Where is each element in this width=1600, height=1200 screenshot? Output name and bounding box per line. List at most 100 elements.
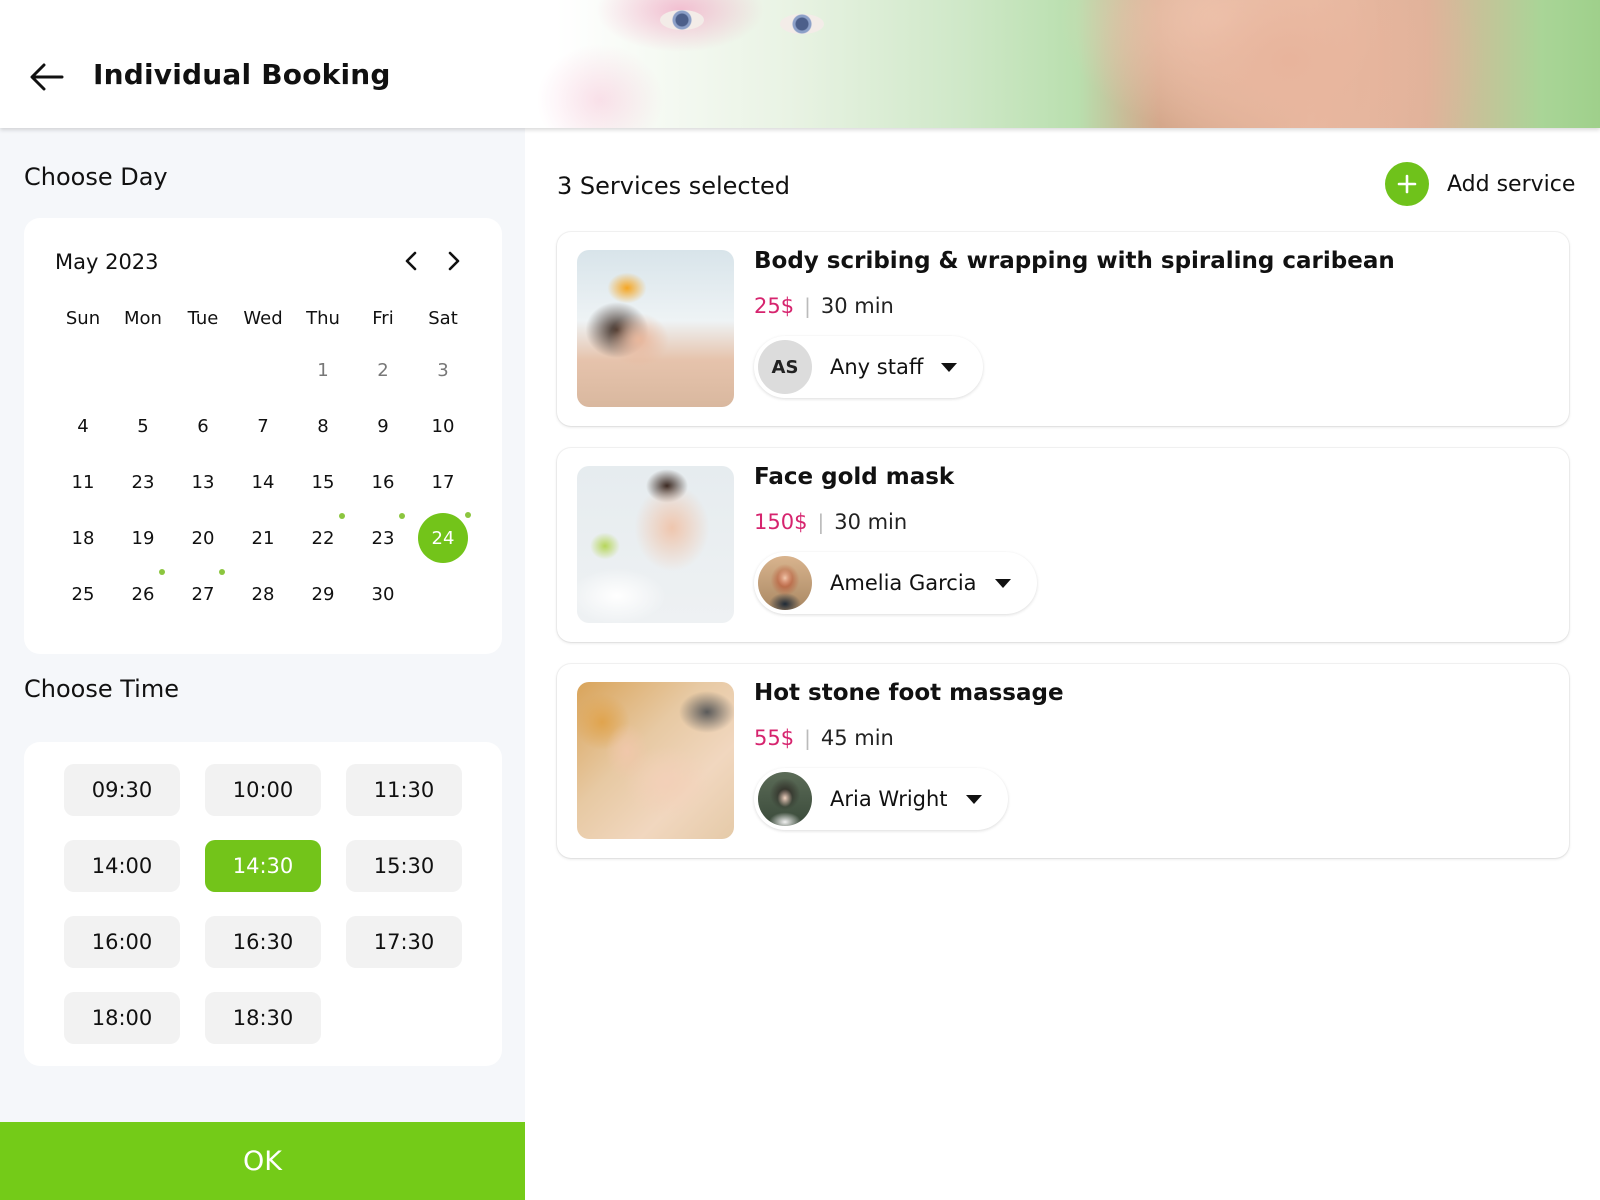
calendar-day[interactable]: 2 [353,342,413,398]
calendar-day-selected[interactable]: 24 [413,510,473,566]
service-meta: 150$ | 30 min [754,510,907,534]
calendar-next-button[interactable] [439,246,469,276]
calendar: May 2023 Sun Mon Tue Wed Thu Fri Sat 123456789… [24,218,502,654]
staff-name: Amelia Garcia [830,571,977,595]
calendar-day-number: 15 [311,471,335,493]
caret-down-icon [941,362,958,372]
weekday-label: Sat [428,308,458,329]
calendar-day[interactable]: 22 [293,510,353,566]
calendar-day[interactable]: 1 [293,342,353,398]
calendar-day-number: 4 [77,415,89,437]
calendar-day[interactable]: 26 [113,566,173,622]
calendar-day[interactable]: 13 [173,454,233,510]
calendar-day-number: 21 [251,527,275,549]
service-price: 55$ [754,726,795,750]
time-slot[interactable]: 09:30 [64,764,180,816]
time-slot[interactable]: 11:30 [346,764,462,816]
time-slot[interactable]: 16:00 [64,916,180,968]
add-service-label: Add service [1447,171,1576,197]
calendar-day-number: 9 [377,415,389,437]
time-slot-selected[interactable]: 14:30 [205,840,321,892]
add-service-button[interactable]: Add service [1385,162,1575,206]
calendar-day[interactable]: 7 [233,398,293,454]
ok-button[interactable]: OK [0,1122,525,1200]
calendar-day-number: 23 [371,527,395,549]
services-panel: 3 Services selected Add service Body scr… [525,128,1600,1200]
calendar-day[interactable]: 25 [53,566,113,622]
time-slot[interactable]: 17:30 [346,916,462,968]
date-time-panel: Choose Day May 2023 Sun Mon Tue Wed Thu Fri Sa… [0,128,525,1200]
calendar-day[interactable]: 6 [173,398,233,454]
service-card: Body scribing & wrapping with spiraling … [557,232,1569,426]
calendar-day[interactable]: 21 [233,510,293,566]
banner-decoration [780,14,824,34]
staff-selector-dropdown[interactable]: Aria Wright [754,768,1008,830]
calendar-day-number: 14 [251,471,275,493]
staff-avatar [758,772,812,826]
calendar-day[interactable]: 29 [293,566,353,622]
calendar-day[interactable]: 23 [353,510,413,566]
calendar-day[interactable]: 17 [413,454,473,510]
service-duration: 45 min [820,726,894,750]
calendar-day-number: 16 [371,471,395,493]
time-slot[interactable]: 14:00 [64,840,180,892]
staff-avatar-initials: AS [758,340,812,394]
caret-down-icon [965,794,982,804]
calendar-day[interactable]: 30 [353,566,413,622]
weekday-label: Fri [372,308,394,329]
header-banner-image [440,0,1600,128]
calendar-day[interactable]: 28 [233,566,293,622]
calendar-day[interactable]: 19 [113,510,173,566]
calendar-day[interactable]: 27 [173,566,233,622]
calendar-day[interactable]: 20 [173,510,233,566]
calendar-day[interactable]: 3 [413,342,473,398]
calendar-day-number: 20 [191,527,215,549]
staff-selector-dropdown[interactable]: Amelia Garcia [754,552,1037,614]
calendar-day-number: 30 [371,583,395,605]
calendar-day-number: 19 [131,527,155,549]
banner-decoration [660,10,704,30]
service-card: Face gold mask 150$ | 30 min Amelia Garc… [557,448,1569,642]
weekday-label: Tue [187,308,219,329]
caret-down-icon [994,578,1011,588]
calendar-day[interactable]: 23 [113,454,173,510]
app-header: Individual Booking [0,0,1600,128]
calendar-empty-cell [173,342,233,398]
arrow-left-icon [30,63,64,91]
calendar-day-number: 22 [311,527,335,549]
weekday-label: Thu [306,308,340,329]
calendar-day[interactable]: 5 [113,398,173,454]
calendar-day-grid: 1 2 3 4 5 6 7 8 9 10 11 23 13 14 15 16 17 18 19 20 21 22 23 24 2… [53,342,473,622]
calendar-day[interactable]: 4 [53,398,113,454]
time-slot-grid: 09:30 10:00 11:30 14:00 14:30 15:30 16:00 16:30… [64,764,462,1044]
calendar-day-number: 24 [418,513,468,563]
calendar-day[interactable]: 11 [53,454,113,510]
meta-separator: | [804,726,811,750]
time-slot[interactable]: 18:30 [205,992,321,1044]
service-price: 150$ [754,510,808,534]
calendar-empty-cell [53,342,113,398]
calendar-empty-cell [413,566,473,622]
time-slot[interactable]: 16:30 [205,916,321,968]
staff-selector-dropdown[interactable]: AS Any staff [754,336,984,398]
time-slot[interactable]: 18:00 [64,992,180,1044]
calendar-day-number: 23 [131,471,155,493]
calendar-day[interactable]: 14 [233,454,293,510]
calendar-day-number: 17 [431,471,455,493]
calendar-prev-button[interactable] [396,246,426,276]
calendar-day[interactable]: 10 [413,398,473,454]
calendar-day[interactable]: 8 [293,398,353,454]
calendar-day[interactable]: 15 [293,454,353,510]
time-slot[interactable]: 10:00 [205,764,321,816]
calendar-day[interactable]: 18 [53,510,113,566]
calendar-empty-cell [233,342,293,398]
calendar-day[interactable]: 9 [353,398,413,454]
back-button[interactable] [26,56,68,98]
plus-icon [1385,162,1429,206]
service-name: Hot stone foot massage [754,680,1064,706]
calendar-day-number: 2 [377,359,389,381]
time-slot[interactable]: 15:30 [346,840,462,892]
calendar-day[interactable]: 16 [353,454,413,510]
page-title: Individual Booking [93,58,391,91]
choose-time-label: Choose Time [24,675,179,703]
